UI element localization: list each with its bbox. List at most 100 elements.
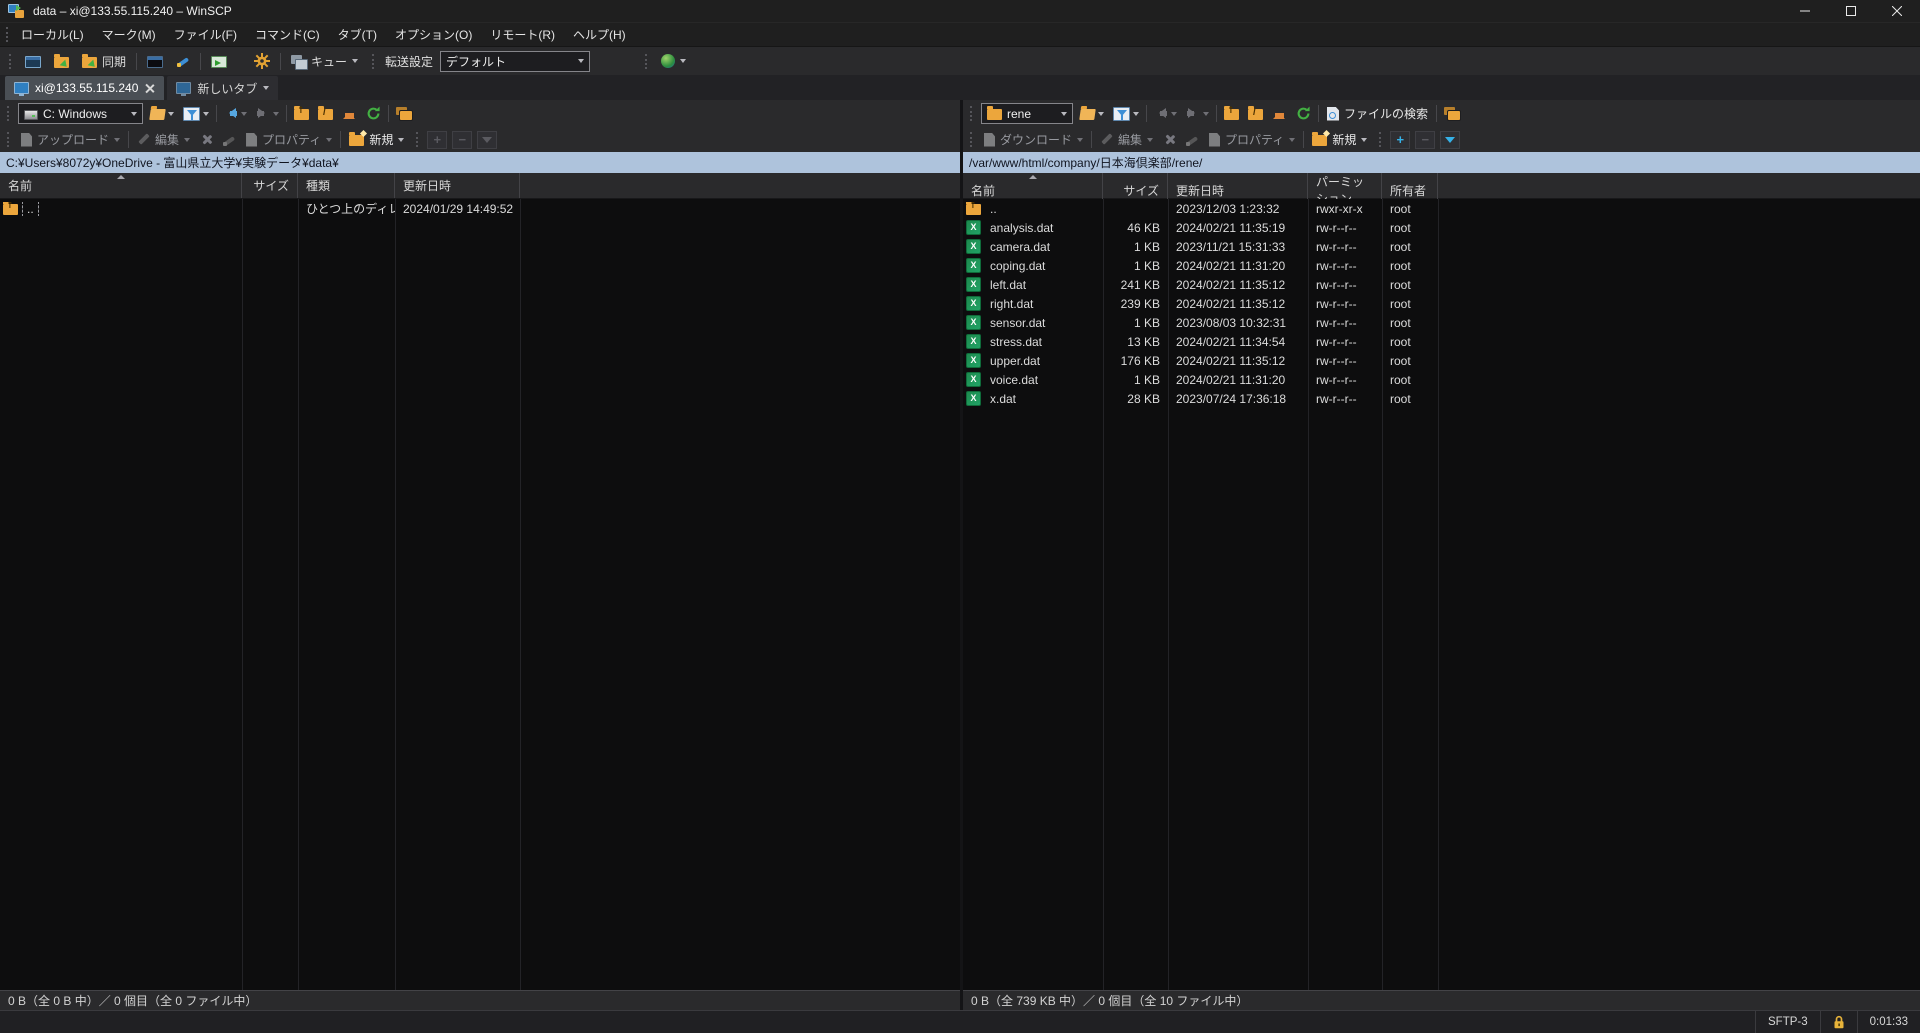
close-tab-icon[interactable]	[144, 83, 155, 94]
minimize-button[interactable]	[1782, 0, 1828, 22]
menu-file[interactable]: ファイル(F)	[165, 22, 246, 47]
table-row[interactable]: upper.dat176 KB2024/02/21 11:35:12rw-r--…	[963, 351, 1920, 370]
forward-button[interactable]	[1184, 107, 1211, 120]
menu-options[interactable]: オプション(O)	[386, 22, 481, 47]
delete-button[interactable]	[198, 131, 215, 148]
table-row[interactable]: voice.dat1 KB2024/02/21 11:31:20rw-r--r-…	[963, 370, 1920, 389]
panels-layout-button[interactable]	[22, 53, 44, 70]
menu-command[interactable]: コマンド(C)	[246, 22, 329, 47]
column-header-size[interactable]: サイズ	[242, 173, 298, 198]
chevron-down-icon	[114, 138, 120, 142]
toolbar-grip[interactable]	[416, 132, 418, 147]
parent-directory-button[interactable]	[1222, 105, 1241, 122]
filter-small-icon	[482, 137, 492, 143]
edit-button[interactable]: 編集	[134, 129, 193, 150]
chevron-down-icon	[263, 86, 269, 90]
table-row[interactable]: coping.dat1 KB2024/02/21 11:31:20rw-r--r…	[963, 256, 1920, 275]
new-button[interactable]: 新規	[346, 129, 407, 150]
table-row[interactable]: right.dat239 KB2024/02/21 11:35:12rw-r--…	[963, 294, 1920, 313]
session-color-button[interactable]	[658, 52, 689, 70]
table-row[interactable]: sensor.dat1 KB2023/08/03 10:32:31rw-r--r…	[963, 313, 1920, 332]
follow-symlinks-button[interactable]	[394, 105, 415, 123]
transfer-window-button[interactable]	[208, 53, 230, 70]
toolbar-grip[interactable]	[970, 106, 972, 121]
toolbar-grip[interactable]	[6, 27, 8, 42]
refresh-button[interactable]	[364, 104, 383, 123]
table-row[interactable]: analysis.dat46 KB2024/02/21 11:35:19rw-r…	[963, 218, 1920, 237]
maximize-button[interactable]	[1828, 0, 1874, 22]
synchronize-button[interactable]: 同期	[79, 51, 129, 72]
home-directory-button[interactable]	[340, 105, 359, 122]
toolbar-grip[interactable]	[9, 54, 11, 69]
selection-filter-button[interactable]	[477, 131, 497, 149]
selection-filter-button[interactable]	[1440, 131, 1460, 149]
queue-button[interactable]: キュー	[288, 51, 361, 72]
change-permissions-button[interactable]	[220, 131, 238, 149]
column-header-type[interactable]: 種類	[298, 173, 395, 198]
follow-symlinks-button[interactable]	[1442, 105, 1463, 123]
toolbar-grip[interactable]	[645, 54, 647, 69]
table-row[interactable]: x.dat28 KB2023/07/24 17:36:18rw-r--r--ro…	[963, 389, 1920, 408]
root-directory-button[interactable]	[316, 105, 335, 122]
table-row[interactable]: camera.dat1 KB2023/11/21 15:31:33rw-r--r…	[963, 237, 1920, 256]
transfer-preset-value: デフォルト	[446, 53, 506, 70]
home-directory-button[interactable]	[1270, 105, 1289, 122]
open-terminal-button[interactable]	[144, 53, 166, 70]
menu-tab[interactable]: タブ(T)	[329, 22, 386, 47]
table-row[interactable]: ..2023/12/03 1:23:32rwxr-xr-xroot	[963, 199, 1920, 218]
remote-path-bar[interactable]: /var/www/html/company/日本海倶楽部/rene/	[963, 152, 1920, 173]
table-row[interactable]: stress.dat13 KB2024/02/21 11:34:54rw-r--…	[963, 332, 1920, 351]
open-directory-button[interactable]	[1078, 105, 1106, 122]
file-modified-cell: 2023/07/24 17:36:18	[1168, 392, 1308, 406]
menu-mark[interactable]: マーク(M)	[93, 22, 165, 47]
parent-directory-button[interactable]	[292, 105, 311, 122]
close-button[interactable]	[1874, 0, 1920, 22]
column-header-modified[interactable]: 更新日時	[395, 173, 520, 198]
forward-button[interactable]	[254, 107, 281, 120]
edit-button[interactable]: 編集	[1097, 129, 1156, 150]
toolbar-grip[interactable]	[7, 132, 9, 147]
tab-new[interactable]: 新しいタブ	[167, 76, 278, 100]
new-button[interactable]: 新規	[1309, 129, 1370, 150]
upload-button[interactable]: アップロード	[18, 129, 123, 150]
back-button[interactable]	[1152, 107, 1179, 120]
filter-button[interactable]	[1111, 105, 1141, 123]
local-file-list[interactable]: ..ひとつ上のディレクトリ2024/01/29 14:49:52	[0, 199, 960, 990]
root-directory-button[interactable]	[1246, 105, 1265, 122]
toolbar-grip[interactable]	[7, 106, 9, 121]
table-row[interactable]: left.dat241 KB2024/02/21 11:35:12rw-r--r…	[963, 275, 1920, 294]
menu-help[interactable]: ヘルプ(H)	[564, 22, 635, 47]
toolbar-grip[interactable]	[1379, 132, 1381, 147]
session-status-bar: SFTP-3 0:01:33	[0, 1010, 1920, 1033]
remote-file-list[interactable]: ..2023/12/03 1:23:32rwxr-xr-xrootanalysi…	[963, 199, 1920, 990]
delete-button[interactable]	[1161, 131, 1178, 148]
table-row[interactable]: ..ひとつ上のディレクトリ2024/01/29 14:49:52	[0, 199, 960, 218]
open-directory-button[interactable]	[148, 105, 176, 122]
toolbar-grip[interactable]	[372, 54, 374, 69]
unselect-files-button[interactable]	[1415, 131, 1435, 149]
properties-button[interactable]: プロパティ	[243, 129, 335, 150]
tab-session[interactable]: xi@133.55.115.240	[5, 76, 164, 100]
column-header-name[interactable]: 名前	[0, 173, 242, 198]
select-files-button[interactable]	[427, 131, 447, 149]
open-putty-button[interactable]	[173, 52, 193, 70]
select-files-button[interactable]	[1390, 131, 1410, 149]
remote-directory-combo[interactable]: rene	[981, 103, 1073, 124]
properties-button[interactable]: プロパティ	[1206, 129, 1298, 150]
local-drive-combo[interactable]: C: Windows	[18, 103, 143, 124]
refresh-button[interactable]	[1294, 104, 1313, 123]
local-path-bar[interactable]: C:¥Users¥8072y¥OneDrive - 富山県立大学¥実験データ¥d…	[0, 152, 960, 173]
change-permissions-button[interactable]	[1183, 131, 1201, 149]
menu-local[interactable]: ローカル(L)	[12, 22, 93, 47]
preferences-button[interactable]	[251, 51, 273, 71]
file-size-cell: 239 KB	[1103, 297, 1168, 311]
filter-button[interactable]	[181, 105, 211, 123]
sync-browsing-button[interactable]	[51, 53, 72, 70]
back-button[interactable]	[222, 107, 249, 120]
menu-remote[interactable]: リモート(R)	[481, 22, 564, 47]
transfer-settings-combo[interactable]: デフォルト	[440, 51, 590, 72]
find-files-button[interactable]: ファイルの検索	[1324, 103, 1431, 124]
download-button[interactable]: ダウンロード	[981, 129, 1086, 150]
toolbar-grip[interactable]	[970, 132, 972, 147]
unselect-files-button[interactable]	[452, 131, 472, 149]
